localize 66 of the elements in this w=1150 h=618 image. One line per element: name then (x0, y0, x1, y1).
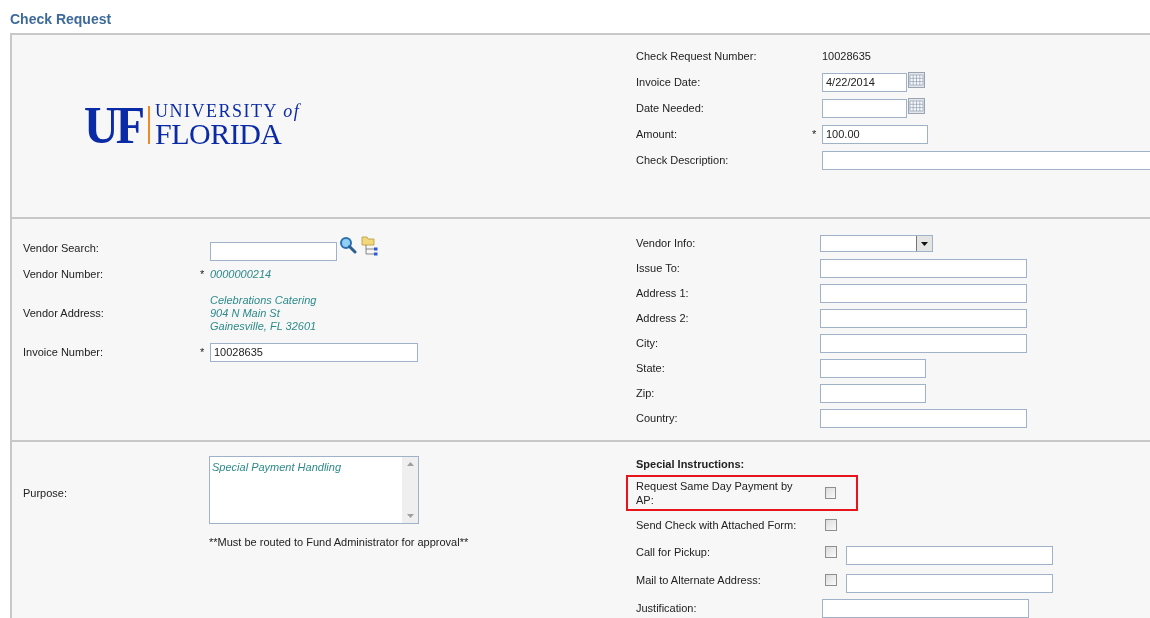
field-label: Purpose: (23, 486, 69, 501)
checkbox[interactable] (825, 546, 837, 559)
scroll-up-arrow-icon[interactable] (406, 462, 414, 466)
input-field[interactable] (822, 150, 1150, 170)
vendor-detail-text: 0000000214 (210, 267, 272, 281)
input-field[interactable] (820, 409, 1027, 428)
date-field[interactable]: 4/22/2014 (822, 72, 907, 92)
page-title: Check Request (10, 10, 113, 29)
field-label: Send Check with Attached Form: (636, 517, 798, 532)
vendor-detail-text: Gainesville, FL 32601 (210, 319, 317, 333)
vendor-detail-text: Celebrations Catering (210, 293, 317, 307)
field-label: Amount: (636, 126, 678, 142)
field-label: Call for Pickup: (636, 545, 711, 560)
checkbox[interactable] (825, 574, 837, 587)
section-heading: Special Instructions: (636, 457, 746, 470)
field-label: City: (636, 336, 659, 352)
scroll-down-arrow-icon[interactable] (406, 514, 414, 518)
purpose-text: Special Payment Handling (211, 460, 343, 475)
folder-tree-icon[interactable] (361, 236, 379, 256)
required-marker: * (200, 344, 205, 360)
input-field[interactable] (820, 259, 1027, 278)
field-label: Vendor Info: (636, 236, 697, 252)
input-field[interactable] (846, 573, 1053, 593)
field-label: Vendor Search: (23, 240, 100, 256)
vendor-detail-text: 904 N Main St (210, 306, 281, 320)
university-logo: UF UNIVERSITY of FLORIDA (84, 101, 301, 149)
calendar-icon[interactable] (908, 97, 925, 114)
purpose-textarea[interactable]: Special Payment Handling (209, 456, 419, 524)
field-label: Check Description: (636, 152, 730, 168)
input-field[interactable] (820, 334, 1027, 353)
field-label: Issue To: (636, 261, 681, 277)
scrollbar[interactable] (402, 457, 418, 523)
field-label: Request Same Day Payment by AP: (636, 478, 794, 507)
field-label: Vendor Number: (23, 266, 105, 282)
input-field[interactable] (820, 384, 926, 403)
checkbox[interactable] (825, 518, 837, 531)
field-label: Country: (636, 411, 679, 427)
input-field[interactable] (846, 545, 1053, 565)
dropdown-arrow-icon (921, 241, 928, 246)
field-label: Justification: (636, 601, 698, 616)
field-label: Mail to Alternate Address: (636, 573, 762, 588)
field-label: State: (636, 361, 666, 377)
field-label: Address 2: (636, 311, 690, 327)
field-label: Address 1: (636, 286, 690, 302)
date-field[interactable] (822, 98, 907, 118)
input-field[interactable]: 100.00 (822, 124, 928, 144)
input-field[interactable] (820, 359, 926, 378)
vendor-info-dropdown[interactable] (820, 235, 933, 252)
input-field[interactable]: 10028635 (210, 342, 418, 362)
approval-note: **Must be routed to Fund Administrator for approval** (209, 535, 469, 550)
vendor-search-field[interactable] (210, 241, 337, 261)
field-label: Date Needed: (636, 100, 705, 116)
search-icon[interactable] (339, 236, 357, 254)
field-value: 10028635 (822, 48, 871, 64)
calendar-icon[interactable] (908, 71, 925, 88)
field-label: Check Request Number: (636, 48, 758, 64)
input-field[interactable] (820, 309, 1027, 328)
field-label: Vendor Address: (23, 305, 105, 321)
checkbox[interactable] (825, 486, 836, 499)
field-label: Invoice Date: (636, 74, 702, 90)
required-marker: * (200, 266, 205, 282)
field-label: Zip: (636, 386, 656, 402)
field-label: Invoice Number: (23, 344, 105, 360)
input-field[interactable] (822, 598, 1029, 618)
input-field[interactable] (820, 284, 1027, 303)
required-marker: * (812, 126, 817, 142)
